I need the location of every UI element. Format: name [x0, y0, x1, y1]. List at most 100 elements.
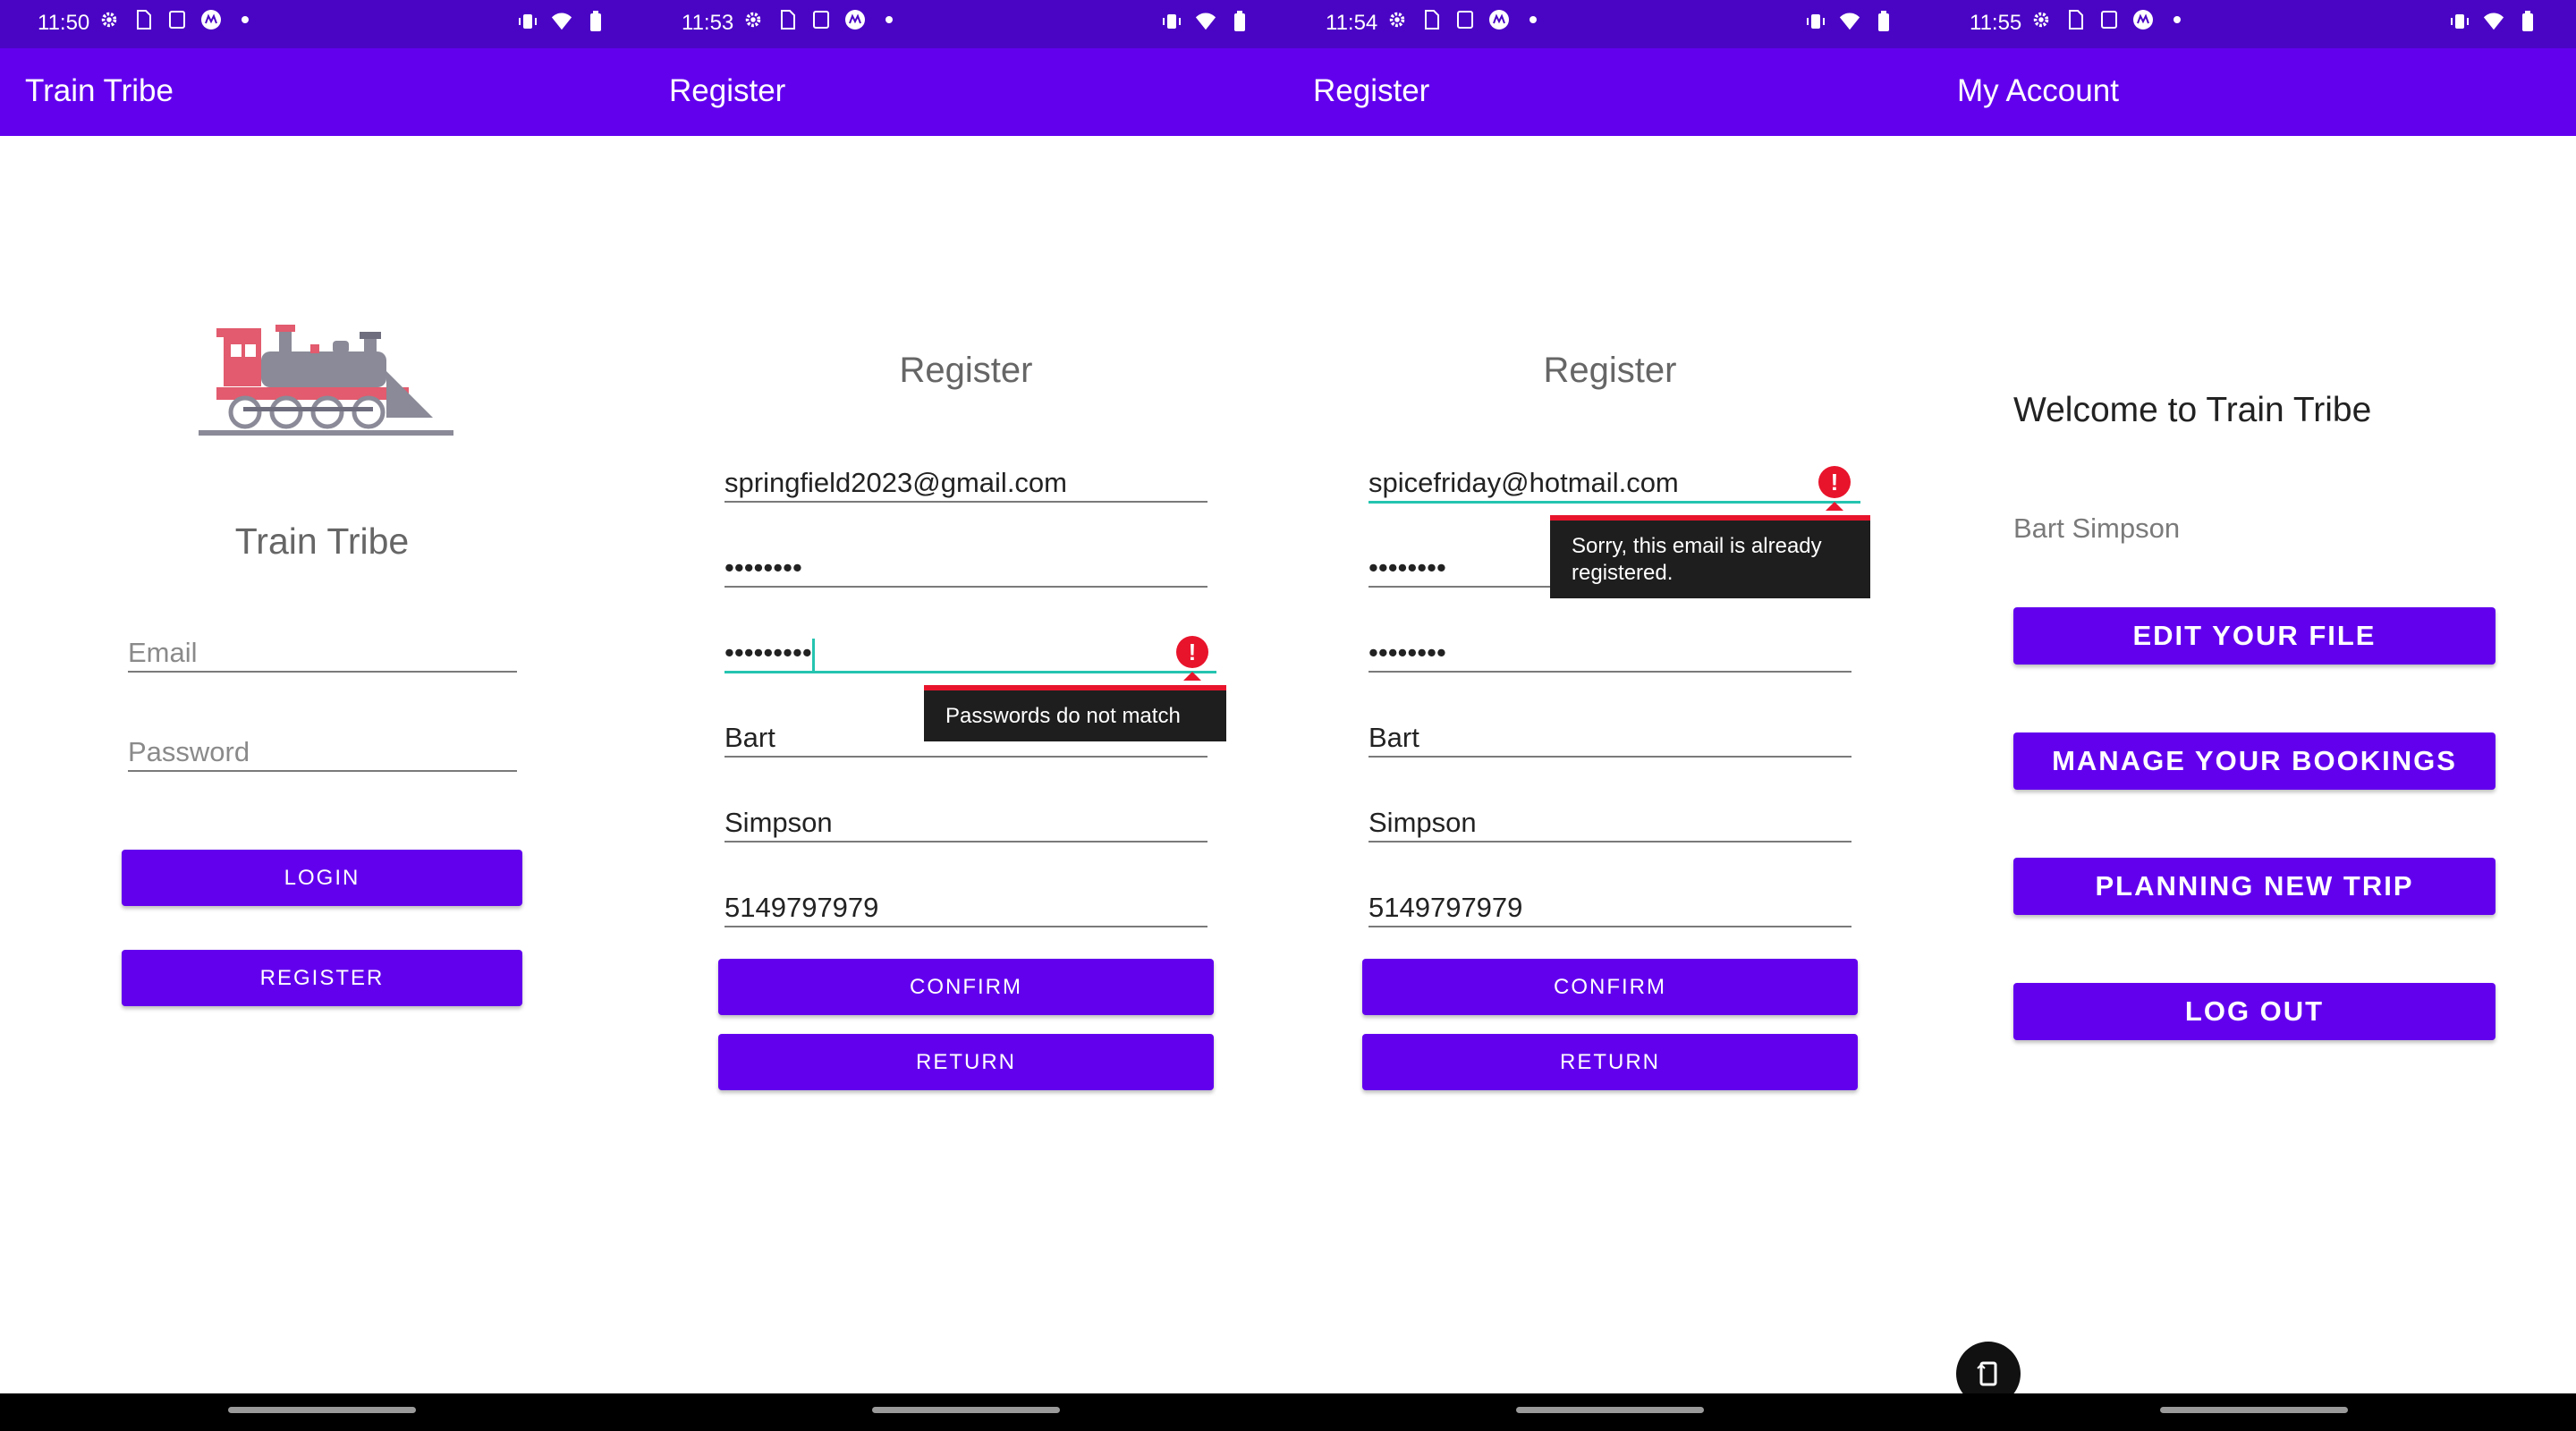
password-input[interactable]: Password — [128, 734, 517, 772]
status-icons-right — [1805, 11, 1894, 32]
error-message: Sorry, this email is already registered. — [1572, 534, 1822, 585]
status-bar: 11:50 — [0, 0, 644, 48]
page-heading: Register — [899, 351, 1033, 390]
navigation-bar — [1288, 1393, 1932, 1431]
settings-icon — [2030, 9, 2052, 30]
app-bar: Register — [1288, 48, 1932, 136]
motorola-icon — [2132, 9, 2154, 30]
dot-icon — [878, 9, 900, 30]
home-handle[interactable] — [228, 1407, 416, 1413]
app-title: Register — [1313, 73, 1430, 108]
motorola-icon — [200, 9, 222, 30]
error-arrow — [1183, 672, 1201, 681]
return-button[interactable]: RETURN — [1362, 1034, 1858, 1090]
error-arrow — [1826, 502, 1843, 511]
register-screen-password-error: 11:53 Register Register springfield2023@… — [644, 0, 1288, 1431]
first-name-field[interactable]: Bart — [1368, 720, 1852, 758]
app-title: Train Tribe — [25, 73, 174, 108]
app-bar: Train Tribe — [0, 48, 644, 136]
screenshot-icon — [2098, 9, 2120, 30]
screenshot-icon — [810, 9, 832, 30]
welcome-text: Welcome to Train Tribe — [2013, 391, 2372, 429]
first-name-field[interactable]: Bart — [724, 720, 1208, 758]
status-time: 11:53 — [682, 11, 734, 35]
wifi-icon — [1195, 11, 1216, 32]
status-time: 11:55 — [1970, 11, 2022, 35]
edit-file-button[interactable]: EDIT YOUR FILE — [2013, 607, 2496, 665]
plan-trip-button[interactable]: PLANNING NEW TRIP — [2013, 858, 2496, 915]
status-icons-right — [2449, 11, 2538, 32]
manage-bookings-button[interactable]: MANAGE YOUR BOOKINGS — [2013, 732, 2496, 790]
error-icon: ! — [1176, 636, 1208, 668]
register-button[interactable]: REGISTER — [122, 950, 522, 1006]
status-bar: 11:53 — [644, 0, 1288, 48]
navigation-bar — [644, 1393, 1288, 1431]
email-field[interactable]: springfield2023@gmail.com — [724, 465, 1208, 503]
status-icons-left — [2030, 9, 2188, 30]
settings-icon — [1386, 9, 1408, 30]
screenshot-icon — [1454, 9, 1476, 30]
error-tooltip-bar — [1550, 515, 1870, 521]
error-tooltip: Sorry, this email is already registered. — [1550, 515, 1870, 598]
vibrate-icon — [517, 11, 538, 32]
vibrate-icon — [1805, 11, 1826, 32]
motorola-icon — [844, 9, 866, 30]
battery-icon — [2517, 11, 2538, 32]
dot-icon — [234, 9, 256, 30]
home-handle[interactable] — [2160, 1407, 2348, 1413]
confirm-password-value: ••••••••• — [724, 637, 812, 668]
logout-button[interactable]: LOG OUT — [2013, 983, 2496, 1040]
status-bar: 11:55 — [1932, 0, 2576, 48]
account-screen: 11:55 My Account Welcome to Train Tribe … — [1932, 0, 2576, 1431]
last-name-field[interactable]: Simpson — [1368, 805, 1852, 843]
navigation-bar — [1932, 1393, 2576, 1431]
confirm-button[interactable]: CONFIRM — [718, 959, 1214, 1015]
wifi-icon — [551, 11, 572, 32]
brand-name: Train Tribe — [234, 521, 410, 562]
dot-icon — [1522, 9, 1544, 30]
status-icons-left — [1386, 9, 1544, 30]
register-screen-email-error: 11:54 Register Register spicefriday@hotm… — [1288, 0, 1932, 1431]
confirm-password-field[interactable]: •••••••• — [1368, 635, 1852, 673]
status-icons-right — [1161, 11, 1250, 32]
app-bar: Register — [644, 48, 1288, 136]
user-name: Bart Simpson — [2013, 512, 2181, 544]
battery-icon — [1873, 11, 1894, 32]
status-bar: 11:54 — [1288, 0, 1932, 48]
sim-icon — [132, 9, 154, 30]
phone-field[interactable]: 5149797979 — [724, 890, 1208, 927]
vibrate-icon — [1161, 11, 1182, 32]
home-handle[interactable] — [872, 1407, 1060, 1413]
sim-icon — [1420, 9, 1442, 30]
confirm-password-field[interactable]: ••••••••• — [724, 635, 1216, 673]
confirm-button[interactable]: CONFIRM — [1362, 959, 1858, 1015]
page-heading: Register — [1543, 351, 1677, 390]
status-icons-left — [98, 9, 256, 30]
rotate-icon — [1976, 1359, 2001, 1393]
battery-icon — [1229, 11, 1250, 32]
return-button[interactable]: RETURN — [718, 1034, 1214, 1090]
wifi-icon — [1839, 11, 1860, 32]
status-time: 11:54 — [1326, 11, 1378, 35]
status-icons-right — [517, 11, 606, 32]
settings-icon — [98, 9, 120, 30]
sim-icon — [776, 9, 798, 30]
wifi-icon — [2483, 11, 2504, 32]
sim-icon — [2064, 9, 2086, 30]
vibrate-icon — [2449, 11, 2470, 32]
dot-icon — [2166, 9, 2188, 30]
settings-icon — [742, 9, 764, 30]
password-field[interactable]: •••••••• — [724, 550, 1208, 588]
phone-field[interactable]: 5149797979 — [1368, 890, 1852, 927]
motorola-icon — [1488, 9, 1510, 30]
navigation-bar — [0, 1393, 644, 1431]
error-icon: ! — [1818, 466, 1851, 498]
home-handle[interactable] — [1516, 1407, 1704, 1413]
email-input[interactable]: Email — [128, 635, 517, 673]
text-cursor — [811, 638, 815, 671]
status-icons-left — [742, 9, 900, 30]
last-name-field[interactable]: Simpson — [724, 805, 1208, 843]
email-field[interactable]: spicefriday@hotmail.com — [1368, 465, 1860, 504]
login-button[interactable]: LOGIN — [122, 850, 522, 906]
app-title: My Account — [1957, 73, 2119, 108]
